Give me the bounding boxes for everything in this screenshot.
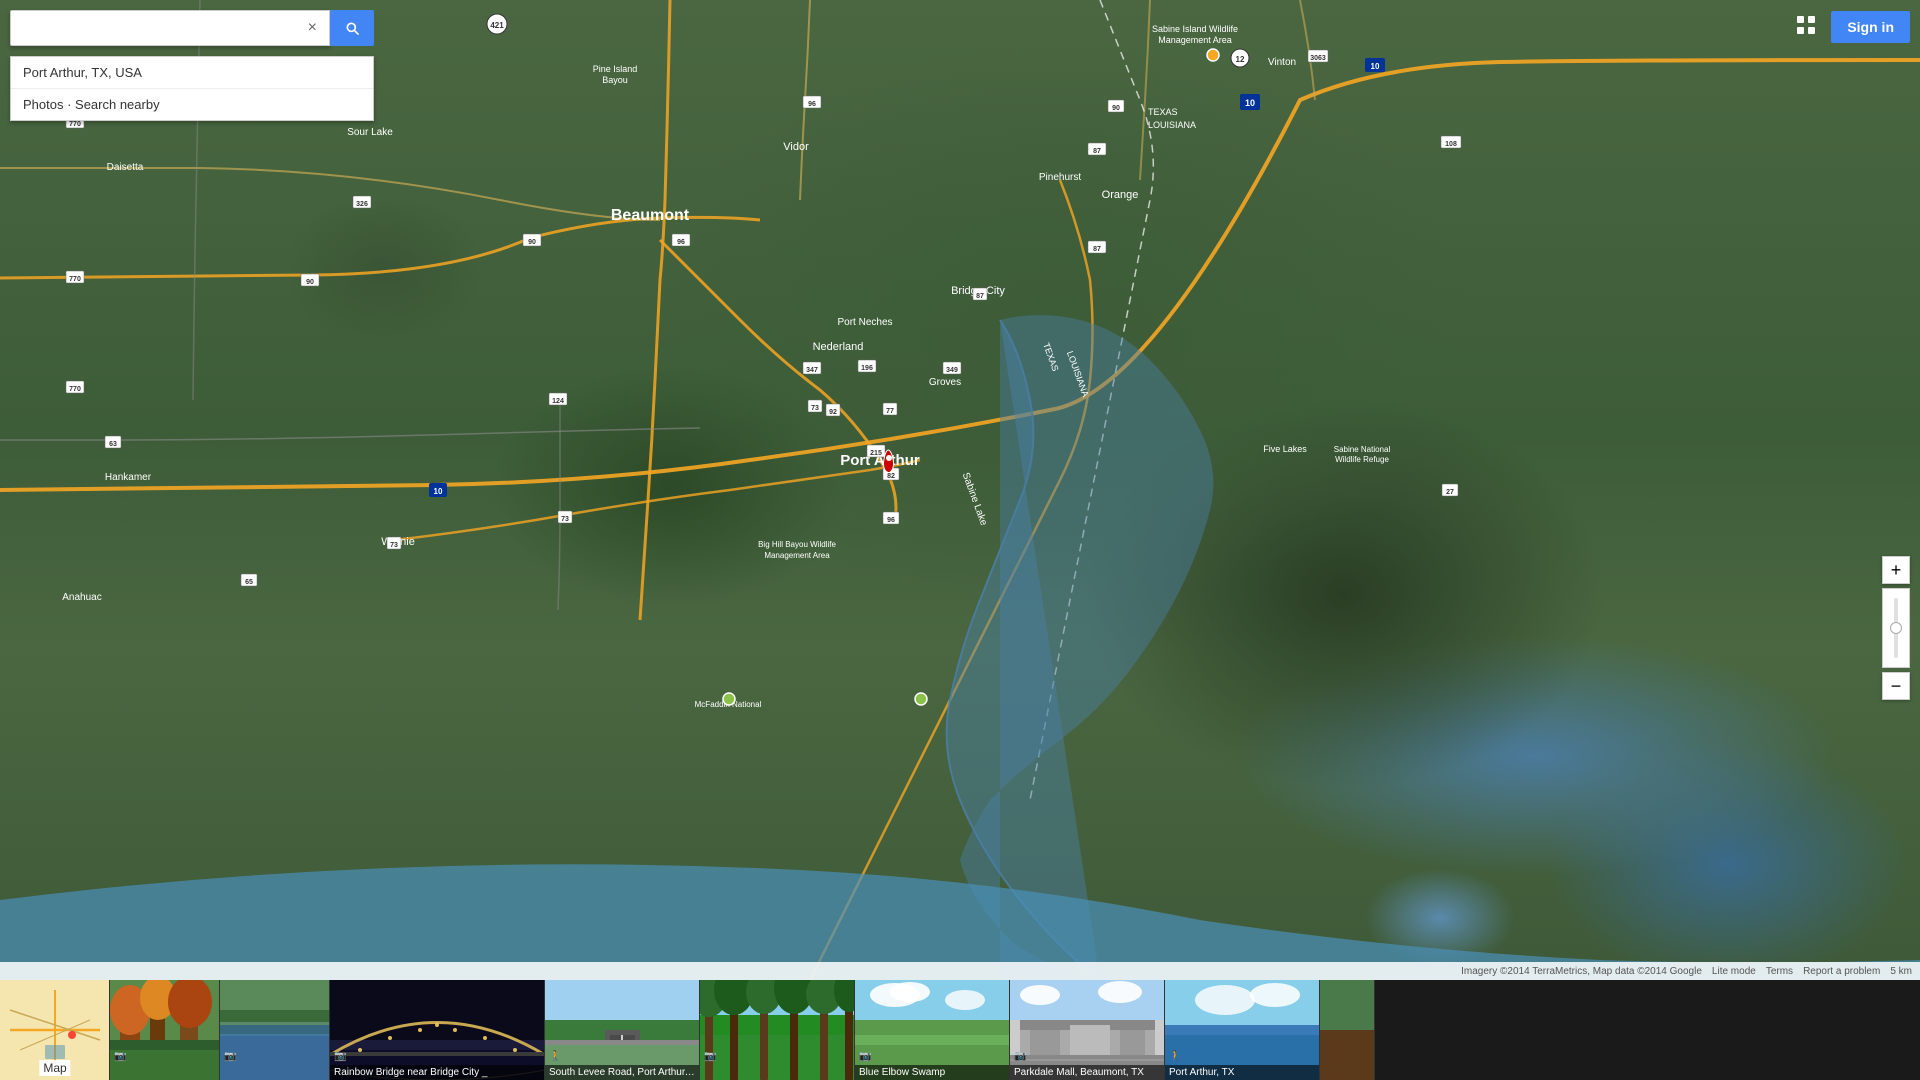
terms-link[interactable]: Terms: [1766, 966, 1793, 977]
photo-bridge-bg: 📷 Rainbow Bridge near Bridge City _: [330, 980, 545, 1080]
autumn-svg: [110, 980, 220, 1080]
report-link[interactable]: Report a problem: [1803, 966, 1880, 977]
zoom-scale-thumb: [1890, 622, 1902, 634]
search-input[interactable]: Port Arthur, Texas: [19, 20, 304, 36]
camera-icon-5: 📷: [704, 1051, 716, 1062]
top-right-controls: Sign in: [1791, 10, 1910, 43]
search-input-container: Port Arthur, Texas ×: [10, 10, 330, 46]
photo-item-partial[interactable]: [1320, 980, 1375, 1080]
dropdown-item-2[interactable]: Photos · Search nearby: [11, 89, 373, 120]
search-dropdown: Port Arthur, TX, USA Photos · Search nea…: [10, 56, 374, 121]
photo-item-swamp[interactable]: 📷 Blue Elbow Swamp: [855, 980, 1010, 1080]
photo-item-forest[interactable]: 📷: [700, 980, 855, 1080]
photo-autumn-bg: 📷: [110, 980, 220, 1080]
zoom-out-button[interactable]: −: [1882, 672, 1910, 700]
search-button[interactable]: [330, 10, 374, 46]
photo-port-bg: 🚶 Port Arthur, TX: [1165, 980, 1320, 1080]
zoom-controls: + −: [1882, 556, 1910, 700]
map-label: Map: [39, 1060, 70, 1076]
partial-svg: [1320, 980, 1375, 1080]
map-container[interactable]: Beaumont Port Arthur Nederland Vidor Ora…: [0, 0, 1920, 1080]
camera-icon-6: 📷: [859, 1051, 871, 1062]
mall-photo-label: Parkdale Mall, Beaumont, TX: [1010, 1065, 1165, 1080]
scale-label: 5 km: [1890, 966, 1912, 977]
clear-button[interactable]: ×: [304, 19, 321, 37]
camera-icon-3: 📷: [334, 1051, 346, 1062]
forest-svg: [700, 980, 855, 1080]
sv-icon-8: 🚶: [1169, 1051, 1181, 1062]
zoom-slider[interactable]: [1882, 588, 1910, 668]
search-bar: Port Arthur, Texas × Port Arthur, TX, US…: [10, 10, 374, 46]
canal-svg: [220, 980, 330, 1080]
photo-item-mall[interactable]: 📷 Parkdale Mall, Beaumont, TX: [1010, 980, 1165, 1080]
map-background: [0, 0, 1920, 1080]
map-thumb-image: Map: [0, 980, 110, 1080]
imagery-attribution: Imagery ©2014 TerraMetrics, Map data ©20…: [1461, 966, 1702, 977]
photo-item-canal[interactable]: 📷: [220, 980, 330, 1080]
camera-icon-2: 📷: [224, 1051, 236, 1062]
photo-item-road[interactable]: 🚶 South Levee Road, Port Arthur, TX: [545, 980, 700, 1080]
bridge-photo-label: Rainbow Bridge near Bridge City _: [330, 1065, 545, 1080]
photo-mall-bg: 📷 Parkdale Mall, Beaumont, TX: [1010, 980, 1165, 1080]
apps-button[interactable]: [1791, 10, 1821, 43]
photo-forest-bg: 📷: [700, 980, 855, 1080]
search-icon: [344, 20, 360, 36]
grid-icon: [1795, 14, 1817, 36]
sign-in-button[interactable]: Sign in: [1831, 11, 1910, 43]
photo-canal-bg: 📷: [220, 980, 330, 1080]
road-photo-label: South Levee Road, Port Arthur, TX: [545, 1065, 700, 1080]
lite-mode-link[interactable]: Lite mode: [1712, 966, 1756, 977]
photo-item-autumn[interactable]: 📷: [110, 980, 220, 1080]
photo-partial-bg: [1320, 980, 1375, 1080]
map-thumbnail[interactable]: Map: [0, 980, 110, 1080]
camera-icon-1: 📷: [114, 1051, 126, 1062]
photo-swamp-bg: 📷 Blue Elbow Swamp: [855, 980, 1010, 1080]
port-photo-label: Port Arthur, TX: [1165, 1065, 1320, 1080]
zoom-in-button[interactable]: +: [1882, 556, 1910, 584]
photo-item-port[interactable]: 🚶 Port Arthur, TX: [1165, 980, 1320, 1080]
zoom-scale-track: [1894, 598, 1898, 658]
photo-road-bg: 🚶 South Levee Road, Port Arthur, TX: [545, 980, 700, 1080]
attribution-bar: Imagery ©2014 TerraMetrics, Map data ©20…: [0, 962, 1920, 980]
photo-strip: Map 📷: [0, 980, 1920, 1080]
camera-icon-7: 📷: [1014, 1051, 1026, 1062]
swamp-photo-label: Blue Elbow Swamp: [855, 1065, 1010, 1080]
sv-icon-4: 🚶: [549, 1051, 561, 1062]
photo-item-bridge[interactable]: 📷 Rainbow Bridge near Bridge City _: [330, 980, 545, 1080]
dropdown-item-1[interactable]: Port Arthur, TX, USA: [11, 57, 373, 89]
